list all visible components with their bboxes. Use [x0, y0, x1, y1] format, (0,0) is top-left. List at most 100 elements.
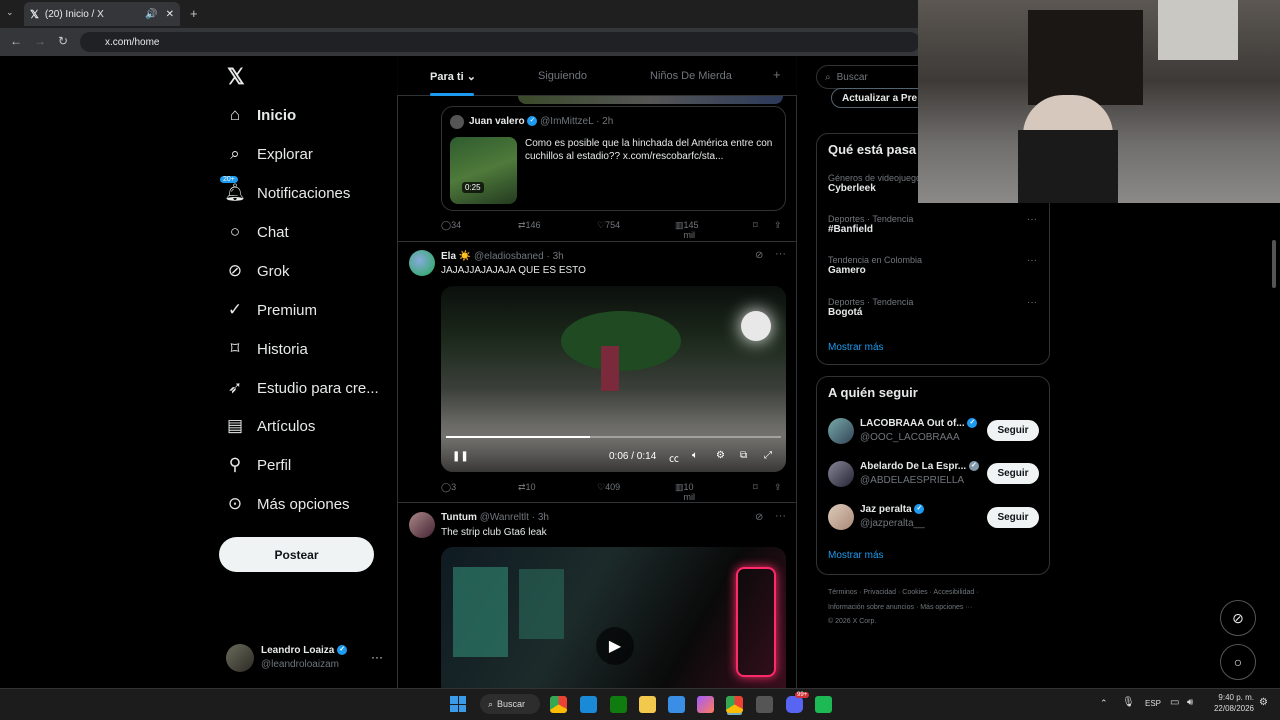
back-icon[interactable]: ←	[10, 34, 22, 48]
follow-avatar[interactable]	[828, 418, 854, 444]
taskbar-search[interactable]: ⌕ Buscar	[480, 694, 540, 714]
trend-item[interactable]: Deportes · Tendencia Bogotá	[828, 297, 913, 318]
nav-item-premium[interactable]: ✓ Premium	[222, 291, 317, 329]
nav-item-grok[interactable]: ⊘ Grok	[222, 252, 290, 290]
tweet2-video[interactable]: ❚❚ 0:06 / 0:14 ㏄ 🔈︎ ⚙ ⧉ ⤢	[441, 286, 786, 472]
reload-icon[interactable]: ↻	[58, 34, 68, 48]
trend-item[interactable]: Tendencia en Colombia Gamero	[828, 255, 922, 276]
volume-icon[interactable]: 🔊︎	[1187, 697, 1193, 708]
notification-center-icon[interactable]: ⚙	[1259, 697, 1268, 708]
more-icon[interactable]: ···	[775, 510, 786, 522]
tweet3-video[interactable]: ▶	[441, 547, 786, 688]
xbox-icon[interactable]	[610, 696, 627, 713]
nav-item-perfil[interactable]: ⚲ Perfil	[222, 446, 291, 484]
premium-upgrade-button[interactable]: Actualizar a Pre	[831, 88, 926, 108]
tab-audio-icon[interactable]: 🔊	[145, 9, 157, 20]
add-tab-icon[interactable]: +	[773, 67, 781, 82]
show-more-link[interactable]: Mostrar más	[828, 342, 884, 353]
x-logo-icon[interactable]: 𝕏	[227, 64, 245, 90]
trend-more-icon[interactable]: ···	[1027, 255, 1037, 266]
follow-avatar[interactable]	[828, 461, 854, 487]
like-button[interactable]: ♡ 409	[597, 482, 620, 493]
bookmark-icon[interactable]: ⌑	[753, 482, 758, 493]
file-explorer-icon[interactable]	[639, 696, 656, 713]
tab-ninos-de-mierda[interactable]: Niños De Mierda	[650, 70, 732, 82]
account-menu-icon[interactable]: ···	[371, 650, 383, 664]
trend-item[interactable]: Géneros de videojuego Cyberleek	[828, 173, 921, 194]
follow-button[interactable]: Seguir	[987, 507, 1039, 528]
nav-item-inicio[interactable]: ⌂ Inicio	[222, 96, 296, 134]
follow-name[interactable]: LACOBRAAA Out of... ✓	[860, 418, 978, 429]
like-button[interactable]: ♡ 754	[597, 220, 620, 231]
follow-avatar[interactable]	[828, 504, 854, 530]
share-icon[interactable]: ⇪	[774, 482, 782, 493]
retweet-button[interactable]: ⇄ 10	[518, 482, 536, 493]
grok-float-icon[interactable]: ⊘	[1220, 600, 1256, 636]
photos-icon[interactable]	[668, 696, 685, 713]
footer-links[interactable]: Términos · Privacidad · Cookies · Accesi…	[828, 589, 979, 596]
reply-button[interactable]: ◯ 34	[441, 220, 461, 231]
follow-name[interactable]: Abelardo De La Espr... ✓	[860, 461, 979, 472]
chrome-active-icon[interactable]	[726, 696, 743, 713]
follow-button[interactable]: Seguir	[987, 463, 1039, 484]
tray-chevron-icon[interactable]: ⌃	[1100, 698, 1108, 709]
chat-float-icon[interactable]: ○	[1220, 644, 1256, 680]
follow-button[interactable]: Seguir	[987, 420, 1039, 441]
views-button[interactable]: ▥ 145 mil	[675, 220, 699, 240]
share-icon[interactable]: ⇪	[774, 220, 782, 231]
quoted-tweet[interactable]: Juan valero ✓ @ImMittzeL · 2h 0:25 Como …	[441, 106, 786, 211]
pip-icon[interactable]: ⧉	[740, 450, 747, 461]
microphone-icon[interactable]: 🎙︎	[1122, 697, 1135, 708]
video-progress-track[interactable]	[446, 436, 781, 438]
windows-start-icon[interactable]	[450, 696, 466, 712]
nav-item-historia[interactable]: ⌑ Historia	[222, 330, 308, 368]
settings-icon[interactable]: ⚙	[716, 450, 725, 461]
footer-links[interactable]: Información sobre anuncios · Más opcione…	[828, 604, 972, 611]
taskbar-clock[interactable]: 9:40 p. m. 22/08/2026	[1206, 692, 1254, 714]
user-avatar[interactable]	[226, 644, 254, 672]
tab-siguiendo[interactable]: Siguiendo	[538, 70, 587, 82]
captions-icon[interactable]: ㏄	[669, 450, 679, 465]
post-button[interactable]: Postear	[219, 537, 374, 572]
nav-item-notificaciones[interactable]: 🔔︎ 20+ Notificaciones	[220, 174, 350, 212]
language-indicator[interactable]: ESP	[1145, 699, 1161, 708]
more-icon[interactable]: ···	[775, 248, 786, 260]
views-button[interactable]: ▥ 10 mil	[675, 482, 695, 502]
play-icon[interactable]: ▶	[596, 627, 634, 665]
url-field[interactable]: x.com/home	[80, 32, 920, 52]
previous-media-thumbnail[interactable]	[518, 96, 783, 104]
fullscreen-icon[interactable]: ⤢	[764, 450, 772, 461]
nav-item-explorar[interactable]: ⌕ Explorar	[222, 135, 313, 173]
nav-item-chat[interactable]: ○ Chat	[222, 213, 289, 251]
retweet-button[interactable]: ⇄ 146	[518, 220, 541, 231]
reply-button[interactable]: ◯ 3	[441, 482, 456, 493]
edge-icon[interactable]	[580, 696, 597, 713]
nav-item-articulos[interactable]: ▤ Artículos	[222, 407, 315, 445]
grok-icon[interactable]: ⊘	[755, 250, 763, 261]
trend-more-icon[interactable]: ···	[1027, 297, 1037, 308]
tweet3-avatar[interactable]	[409, 512, 435, 538]
copilot-icon[interactable]	[697, 696, 714, 713]
tab-search-icon[interactable]: ⌄	[6, 7, 14, 18]
page-scrollbar[interactable]	[1272, 240, 1276, 288]
forward-icon[interactable]: →	[34, 34, 46, 48]
tab-para-ti[interactable]: Para ti ⌄	[430, 70, 476, 83]
trend-item[interactable]: Deportes · Tendencia #Banfield	[828, 214, 913, 235]
pause-icon[interactable]: ❚❚	[452, 451, 469, 462]
network-icon[interactable]: ▭	[1170, 697, 1179, 708]
nav-item-estudio[interactable]: ➶ Estudio para cre...	[222, 369, 379, 407]
tweet2-avatar[interactable]	[409, 250, 435, 276]
volume-icon[interactable]: 🔈︎	[692, 450, 698, 461]
bookmark-icon[interactable]: ⌑	[753, 220, 758, 231]
discord-icon[interactable]	[786, 696, 803, 713]
chrome-icon[interactable]	[550, 696, 567, 713]
follow-name[interactable]: Jaz peralta ✓	[860, 504, 925, 515]
user-name[interactable]: Leandro Loaiza ✓	[261, 645, 348, 656]
new-tab-button[interactable]: +	[190, 6, 198, 21]
show-more-link[interactable]: Mostrar más	[828, 550, 884, 561]
tab-close-icon[interactable]: ✕	[166, 9, 174, 20]
obs-icon[interactable]	[756, 696, 773, 713]
quote-video-thumbnail[interactable]: 0:25	[450, 137, 517, 204]
grok-icon[interactable]: ⊘	[755, 512, 763, 523]
nav-item-mas-opciones[interactable]: ⊙ Más opciones	[222, 485, 350, 523]
